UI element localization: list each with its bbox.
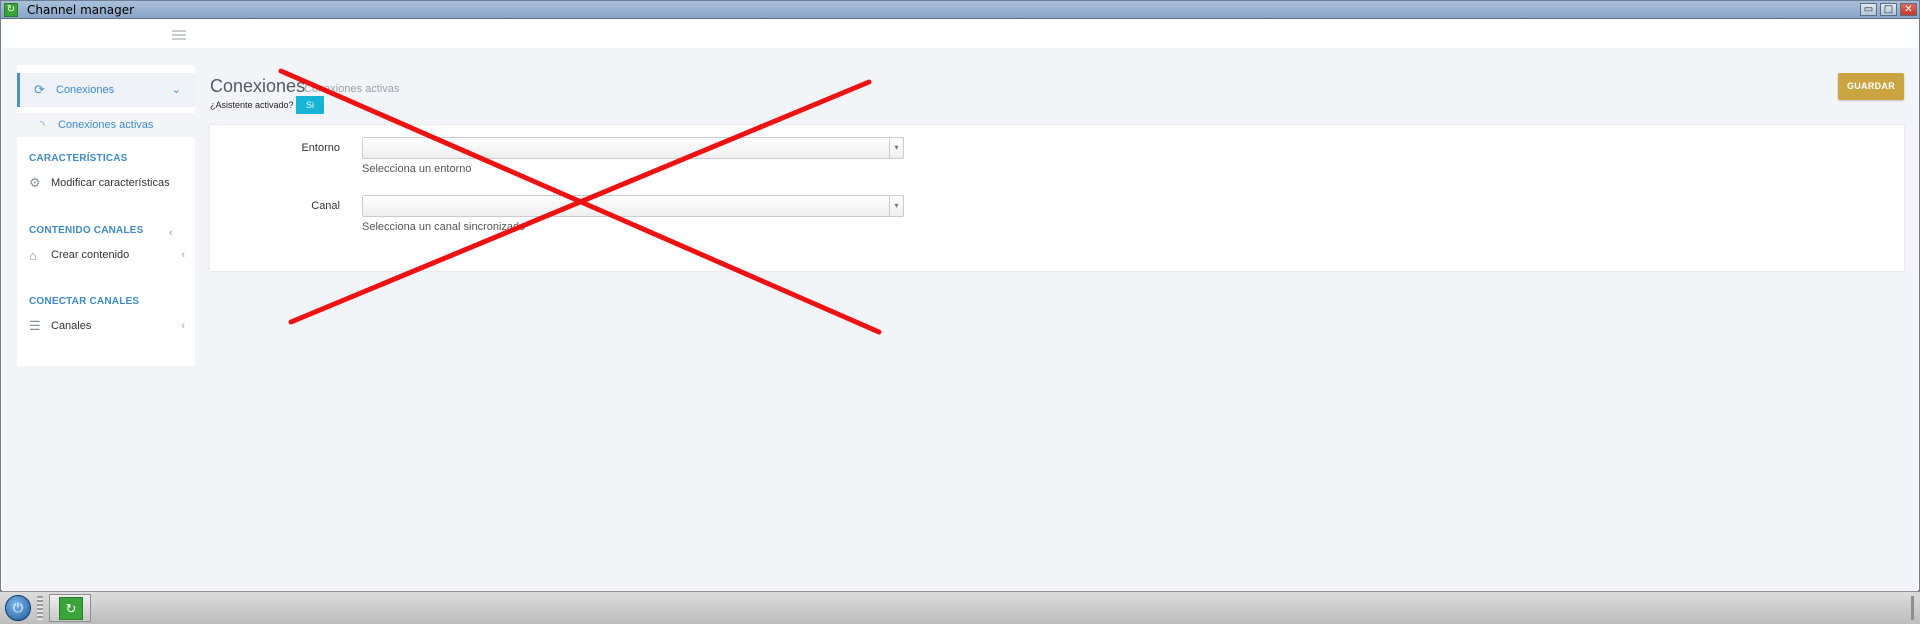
window-titlebar[interactable]: ↻ Channel manager ▭ □ ✕ <box>1 1 1919 19</box>
canal-help: Selecciona un canal sincronizado <box>362 221 526 233</box>
sidebar-item-modificar-caracteristicas[interactable]: ⚙ Modificar características <box>29 173 189 193</box>
top-bar <box>2 20 1918 48</box>
sidebar-item-conexiones[interactable]: ⟳ Conexiones ⌄ <box>17 73 195 107</box>
section-heading-contenido-canales: CONTENIDO CANALES <box>29 225 144 236</box>
window-title: Channel manager <box>27 3 135 17</box>
gear-icon: ⚙ <box>29 175 41 190</box>
taskbar-app-channel-manager[interactable]: ↻ <box>49 594 91 622</box>
wizard-label: ¿Asistente activado? <box>210 100 294 110</box>
sidebar-item-label: Conexiones activas <box>58 119 154 131</box>
refresh-icon: ↻ <box>59 597 83 620</box>
chevron-left-icon[interactable]: ‹ <box>169 227 173 239</box>
sidebar-item-canales[interactable]: ☰ Canales ‹ <box>29 316 189 336</box>
chevron-down-icon: ⌄ <box>171 84 181 96</box>
rss-icon: ◝ <box>40 118 45 132</box>
maximize-button[interactable]: □ <box>1880 3 1897 16</box>
sidebar-item-label: Canales <box>51 320 92 332</box>
chevron-down-icon: ▾ <box>889 138 903 158</box>
home-icon: ⌂ <box>29 247 37 263</box>
chevron-left-icon: ‹ <box>181 249 185 261</box>
sidebar-item-label: Modificar características <box>51 177 170 189</box>
refresh-icon: ⟳ <box>34 82 45 97</box>
sidebar-item-label: Conexiones <box>56 84 115 96</box>
list-icon: ☰ <box>29 318 41 333</box>
sidebar-item-label: Crear contenido <box>51 249 130 261</box>
window-controls: ▭ □ ✕ <box>1860 3 1917 16</box>
app-window: ↻ Channel manager ▭ □ ✕ ⟳ Conexiones ⌄ ◝… <box>0 0 1920 592</box>
page-subtitle: Conexiones activas <box>304 83 400 95</box>
sidebar-item-crear-contenido[interactable]: ⌂ Crear contenido ‹ <box>29 245 189 265</box>
chevron-left-icon: ‹ <box>181 320 185 332</box>
section-heading-conectar-canales: CONECTAR CANALES <box>29 296 140 307</box>
form-panel: Entorno ▾ Selecciona un entorno Canal ▾ … <box>210 125 1904 271</box>
wizard-toggle-button[interactable]: Si <box>296 96 324 114</box>
taskbar-edge <box>1911 596 1914 620</box>
taskbar-grip <box>37 596 43 620</box>
menu-toggle-icon[interactable] <box>172 30 186 40</box>
chevron-down-icon: ▾ <box>889 196 903 216</box>
sidebar-item-conexiones-activas[interactable]: ◝ Conexiones activas <box>40 118 153 132</box>
canal-select[interactable]: ▾ <box>362 195 904 217</box>
start-button[interactable]: ⏻ <box>5 595 31 621</box>
app-content: ⟳ Conexiones ⌄ ◝ Conexiones activas CARA… <box>2 20 1918 592</box>
refresh-icon: ↻ <box>4 3 18 17</box>
entorno-label: Entorno <box>301 142 340 154</box>
page-title: Conexiones <box>210 76 306 96</box>
section-heading-caracteristicas: CARACTERÍSTICAS <box>29 153 128 164</box>
close-button[interactable]: ✕ <box>1900 3 1917 16</box>
minimize-button[interactable]: ▭ <box>1860 3 1877 16</box>
entorno-help: Selecciona un entorno <box>362 163 472 175</box>
canal-label: Canal <box>311 200 340 212</box>
entorno-select[interactable]: ▾ <box>362 137 904 159</box>
taskbar: ⏻ ↻ <box>0 591 1920 624</box>
sidebar: ⟳ Conexiones ⌄ ◝ Conexiones activas CARA… <box>2 65 198 366</box>
save-button[interactable]: GUARDAR <box>1838 73 1904 100</box>
